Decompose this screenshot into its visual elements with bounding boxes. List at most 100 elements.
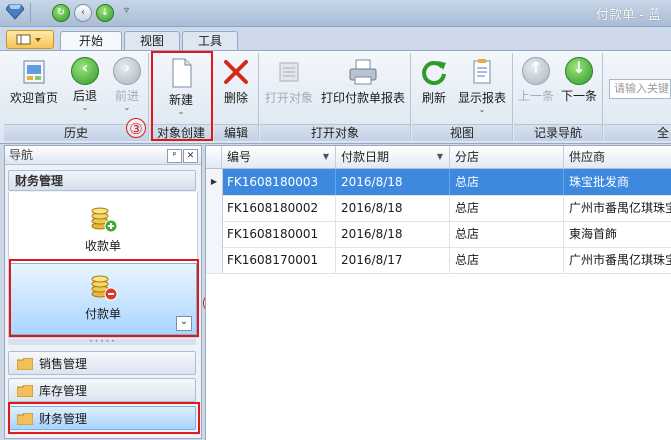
- nav-category-sales-label: 销售管理: [39, 357, 88, 371]
- pin-icon[interactable]: ᵖ: [167, 149, 182, 163]
- nav-group-title[interactable]: 财务管理: [8, 170, 196, 191]
- refresh-button[interactable]: 刷新: [416, 57, 452, 106]
- ribbon: 欢迎首页 ‹ 后退 ⌄ › 前进 ⌄ 历史 新建 ⌄ 对象创建 删除 编辑 打开…: [0, 50, 671, 144]
- back-dropdown-icon[interactable]: ⌄: [66, 104, 104, 112]
- cell-supplier: 广州市番禺亿琪珠宝: [569, 201, 671, 215]
- group-record-nav: ↑ 上一条 ↓ 下一条 记录导航: [514, 53, 603, 141]
- cell-branch: 总店: [450, 221, 564, 247]
- coins-add-icon: [91, 207, 118, 233]
- show-report-dropdown-icon[interactable]: ⌄: [454, 106, 510, 114]
- sort-dropdown-icon[interactable]: ▼: [437, 146, 443, 168]
- cell-date: 2016/8/18: [336, 169, 450, 195]
- forward-dropdown-icon[interactable]: ⌄: [108, 104, 146, 112]
- row-indicator: [206, 247, 223, 273]
- group-edit-label: 编辑: [214, 124, 258, 141]
- home-label: 欢迎首页: [9, 91, 58, 105]
- open-object-button[interactable]: 打开对象: [262, 57, 316, 106]
- ribbon-tab-row: 开始 视图 工具: [0, 27, 671, 51]
- group-overflow-label: 全: [604, 124, 671, 141]
- cell-branch: 总店: [450, 195, 564, 221]
- quick-access-dropdown-icon[interactable]: ▿: [124, 5, 129, 16]
- cell-supplier: 广州市番禺亿琪珠宝: [569, 253, 671, 267]
- back-arrow-icon: ‹: [71, 57, 99, 85]
- group-view: 刷新 显示报表 ⌄ 视图: [412, 53, 513, 141]
- column-header-id[interactable]: 编号 ▼: [222, 146, 336, 168]
- nav-category-sales[interactable]: 销售管理: [8, 351, 196, 375]
- column-header-branch[interactable]: 分店: [450, 146, 564, 168]
- column-header-date[interactable]: 付款日期 ▼: [336, 146, 450, 168]
- open-object-label: 打开对象: [264, 91, 313, 105]
- delete-label: 删除: [223, 91, 248, 105]
- row-indicator: [206, 221, 223, 247]
- title-bar: ↻ ‹ ↓ ▿ 付款单 - 蓝: [0, 0, 671, 27]
- group-record-nav-label: 记录导航: [514, 124, 602, 141]
- group-view-label: 视图: [412, 124, 512, 141]
- column-header-id-label: 编号: [227, 150, 252, 164]
- data-grid: 编号 ▼ 付款日期 ▼ 分店 供应商 ▶ FK1608180003 2016/8…: [205, 145, 671, 440]
- cell-supplier: 東海首飾: [569, 227, 618, 241]
- tab-home[interactable]: 开始: [60, 31, 122, 51]
- row-indicator: [206, 195, 223, 221]
- home-button[interactable]: 欢迎首页: [6, 57, 62, 106]
- cell-id: FK1608180003: [222, 169, 336, 195]
- refresh-label: 刷新: [421, 91, 446, 105]
- nav-item-receipt[interactable]: 收款单: [9, 204, 197, 256]
- cell-id: FK1608180001: [222, 221, 336, 247]
- prev-record-button[interactable]: ↑ 上一条: [516, 57, 556, 104]
- nav-category-inventory[interactable]: 库存管理: [8, 378, 196, 402]
- nav-splitter[interactable]: • • • • •: [8, 339, 196, 345]
- show-report-button[interactable]: 显示报表 ⌄: [454, 57, 510, 114]
- highlight-payment-item: [9, 259, 199, 337]
- table-row[interactable]: FK1608180001 2016/8/18 总店 東海首飾: [206, 221, 671, 248]
- forward-quick-icon[interactable]: ↓: [96, 4, 114, 22]
- print-report-label: 打印付款单报表: [320, 91, 405, 105]
- back-quick-icon[interactable]: ‹: [74, 4, 92, 22]
- folder-icon: [17, 358, 33, 370]
- folder-icon: [17, 385, 33, 397]
- clipboard-report-icon: [473, 59, 491, 84]
- group-edit: 删除 编辑: [214, 53, 259, 141]
- highlight-new-button: [151, 51, 213, 141]
- open-object-icon: [279, 62, 299, 82]
- column-header-supplier[interactable]: 供应商: [564, 146, 671, 168]
- back-button[interactable]: ‹ 后退 ⌄: [66, 57, 104, 112]
- sort-dropdown-icon[interactable]: ▼: [323, 146, 329, 168]
- nav-close-icon[interactable]: ✕: [183, 149, 198, 163]
- printer-icon: [349, 59, 377, 85]
- marker-3: ③: [126, 118, 146, 138]
- search-input[interactable]: 请输入关键: [609, 79, 671, 99]
- refresh-quick-icon[interactable]: ↻: [52, 4, 70, 22]
- app-menu-button[interactable]: [6, 30, 54, 49]
- nav-category-inventory-label: 库存管理: [39, 384, 88, 398]
- home-icon: [23, 60, 45, 84]
- column-header-branch-label: 分店: [455, 150, 480, 164]
- forward-button[interactable]: › 前进 ⌄: [108, 57, 146, 112]
- quick-access-separator: [30, 3, 31, 22]
- nav-item-receipt-label: 收款单: [84, 239, 121, 253]
- grid-header-indicator: [206, 146, 222, 168]
- next-record-button[interactable]: ↓ 下一条: [558, 57, 600, 104]
- group-open-label: 打开对象: [260, 124, 410, 141]
- tab-tools[interactable]: 工具: [182, 31, 238, 50]
- table-row[interactable]: ▶ FK1608180003 2016/8/18 总店 珠宝批发商: [206, 169, 671, 196]
- cell-date: 2016/8/18: [336, 195, 450, 221]
- print-report-button[interactable]: 打印付款单报表: [318, 57, 408, 106]
- window-title: 付款单 - 蓝: [596, 8, 661, 23]
- row-indicator-icon: ▶: [206, 169, 223, 195]
- refresh-icon: [422, 61, 446, 86]
- grid-header: 编号 ▼ 付款日期 ▼ 分店 供应商: [206, 146, 671, 169]
- tab-view[interactable]: 视图: [124, 31, 180, 50]
- group-open: 打开对象 打印付款单报表 打开对象: [260, 53, 411, 141]
- delete-button[interactable]: 删除: [216, 57, 256, 106]
- column-header-date-label: 付款日期: [341, 150, 390, 164]
- table-row[interactable]: FK1608180002 2016/8/18 总店 广州市番禺亿琪珠宝: [206, 195, 671, 222]
- down-arrow-icon: ↓: [565, 57, 593, 85]
- back-label: 后退: [72, 89, 97, 103]
- cell-date: 2016/8/18: [336, 221, 450, 247]
- show-report-label: 显示报表: [457, 91, 506, 105]
- app-gem-icon[interactable]: [5, 4, 25, 23]
- next-record-label: 下一条: [560, 89, 597, 103]
- delete-x-icon: [224, 60, 248, 84]
- cell-id: FK1608180002: [222, 195, 336, 221]
- table-row[interactable]: FK1608170001 2016/8/17 总店 广州市番禺亿琪珠宝: [206, 247, 671, 274]
